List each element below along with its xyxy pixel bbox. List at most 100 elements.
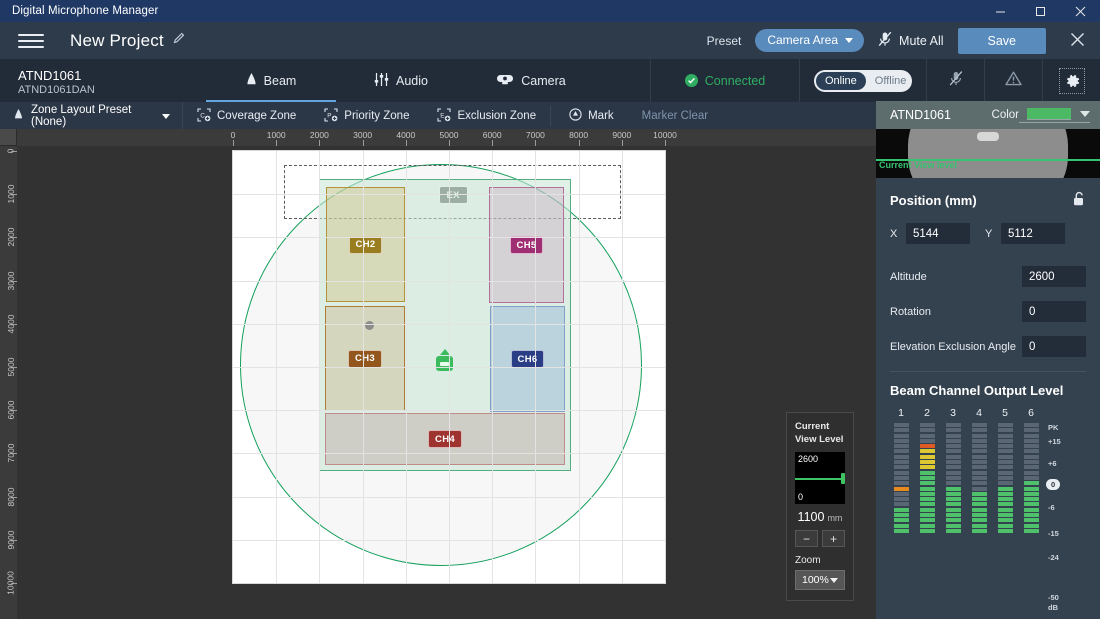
ruler-label: 1000 xyxy=(266,130,286,140)
priority-zone-label: Priority Zone xyxy=(344,110,410,122)
elevation-exclusion-angle-label: Elevation Exclusion Angle xyxy=(890,340,1016,353)
view-level-knob[interactable] xyxy=(841,473,845,484)
coverage-zone-label: Coverage Zone xyxy=(217,110,297,122)
room-stage[interactable]: EX CH2CH5CH3CH6CH4 xyxy=(233,151,665,583)
beam-meters-title: Beam Channel Output Level xyxy=(890,383,1064,398)
view-level-decrement-button[interactable]: − xyxy=(795,530,818,547)
grid-line xyxy=(233,367,665,368)
meter-segment xyxy=(893,444,909,449)
meter-channel-number: 5 xyxy=(1002,407,1008,419)
preset-dropdown[interactable]: Camera Area xyxy=(755,29,865,52)
meter-segment xyxy=(971,481,987,486)
ruler-label: 9000 xyxy=(6,530,16,550)
meter-segment xyxy=(945,486,961,491)
zone-ch2[interactable]: CH2 xyxy=(326,187,405,302)
ruler-label: 7000 xyxy=(525,130,545,140)
color-swatch xyxy=(1027,107,1071,120)
minimize-icon[interactable] xyxy=(980,0,1020,22)
meter-segment xyxy=(1023,513,1039,518)
canvas-viewport[interactable]: EX CH2CH5CH3CH6CH4 Current View Level 26… xyxy=(17,146,876,619)
view-level-increment-button[interactable]: + xyxy=(822,530,845,547)
meter-segment xyxy=(919,465,935,470)
position-x-input[interactable] xyxy=(906,223,970,244)
tab-beam[interactable]: Beam xyxy=(206,59,336,102)
online-offline-toggle[interactable]: Online Offline xyxy=(814,69,912,92)
zone-layout-preset-dropdown[interactable]: Zone Layout Preset (None) xyxy=(0,102,183,130)
connection-status: Connected xyxy=(650,59,799,102)
application-window: Digital Microphone Manager New Project P… xyxy=(0,0,1100,619)
zone-ch6[interactable]: CH6 xyxy=(490,306,565,412)
tab-camera[interactable]: Camera xyxy=(466,59,596,102)
meter-segment xyxy=(893,523,909,528)
meter-segment xyxy=(971,518,987,523)
meter-channel-number: 3 xyxy=(950,407,956,419)
meter-segment xyxy=(919,507,935,512)
ruler-label: 8000 xyxy=(569,130,589,140)
meter-segment xyxy=(919,438,935,443)
zone-ch4[interactable]: CH4 xyxy=(325,413,565,465)
mute-all-button[interactable]: Mute All xyxy=(878,31,944,50)
color-picker[interactable] xyxy=(1019,107,1090,123)
meter-segment xyxy=(893,475,909,480)
meter-channel-2: 2 xyxy=(914,407,940,534)
svg-text:C: C xyxy=(200,112,205,119)
rotation-input[interactable] xyxy=(1022,301,1086,322)
meter-segment xyxy=(997,491,1013,496)
close-icon[interactable] xyxy=(1060,0,1100,22)
maximize-icon[interactable] xyxy=(1020,0,1060,22)
settings-button[interactable] xyxy=(1042,59,1100,102)
save-button[interactable]: Save xyxy=(957,27,1046,54)
meter-segment xyxy=(971,507,987,512)
hamburger-menu-icon[interactable] xyxy=(18,31,44,51)
coverage-zone-button[interactable]: C Coverage Zone xyxy=(183,102,310,130)
layout-canvas-area: 0 1000 2000 3000 4000 5000 6000 7000 8000 9000 100… xyxy=(0,129,876,619)
zoom-select[interactable]: 100% xyxy=(795,570,845,590)
altitude-input[interactable] xyxy=(1022,266,1086,287)
meter-segment xyxy=(997,502,1013,507)
priority-zone-button[interactable]: P Priority Zone xyxy=(310,102,423,130)
mark-target-icon xyxy=(569,108,582,124)
meter-segment xyxy=(919,460,935,465)
marker-dot[interactable] xyxy=(365,321,374,330)
zone-ch5[interactable]: CH5 xyxy=(489,187,564,303)
device-properties-panel: Current View level Position (mm) X Y A xyxy=(876,129,1100,619)
camera-icon xyxy=(496,72,514,89)
elevation-exclusion-angle-input[interactable] xyxy=(1022,336,1086,357)
pencil-edit-icon[interactable] xyxy=(173,31,186,47)
meter-channel-5: 5 xyxy=(992,407,1018,534)
close-panel-icon[interactable] xyxy=(1060,32,1090,50)
meter-segment xyxy=(893,433,909,438)
beam-channel-meters: 1 2 3 4 5 6 PK +15 +6 0 -6 -15 -24 -50 dB xyxy=(876,398,1100,612)
meter-segment xyxy=(893,528,909,533)
meter-segment xyxy=(945,491,961,496)
meter-segment xyxy=(997,449,1013,454)
meter-segment xyxy=(1023,428,1039,433)
grid-line xyxy=(578,151,580,583)
meter-segment xyxy=(971,433,987,438)
device-bar: ATND1061 ATND1061DAN Beam Audio Camera C… xyxy=(0,59,1100,102)
chevron-down-icon xyxy=(830,577,838,583)
meter-segment xyxy=(1023,433,1039,438)
meter-segment xyxy=(997,460,1013,465)
device-mute-button[interactable] xyxy=(926,59,984,102)
meter-scale-zero: 0 xyxy=(1046,479,1061,490)
alert-button[interactable] xyxy=(984,59,1042,102)
meter-scale-label: -24 xyxy=(1048,553,1059,562)
grid-line xyxy=(535,151,537,583)
view-level-value: 1100 xyxy=(797,510,825,524)
marker-clear-button[interactable]: Marker Clear xyxy=(628,102,722,130)
microphone-array-icon[interactable] xyxy=(436,356,453,371)
view-level-slider[interactable]: 2600 0 xyxy=(795,452,845,504)
tab-audio[interactable]: Audio xyxy=(336,59,466,102)
meter-channel-1: 1 xyxy=(888,407,914,534)
unlock-icon[interactable] xyxy=(1072,191,1086,210)
mark-button[interactable]: Mark xyxy=(551,102,628,130)
meter-segment xyxy=(997,513,1013,518)
meter-segment xyxy=(1023,507,1039,512)
meter-segment xyxy=(893,449,909,454)
position-y-input[interactable] xyxy=(1001,223,1065,244)
exclusion-zone-button[interactable]: E Exclusion Zone xyxy=(423,102,550,130)
meter-segment xyxy=(919,423,935,427)
meter-segment xyxy=(893,481,909,486)
meter-segment xyxy=(997,428,1013,433)
